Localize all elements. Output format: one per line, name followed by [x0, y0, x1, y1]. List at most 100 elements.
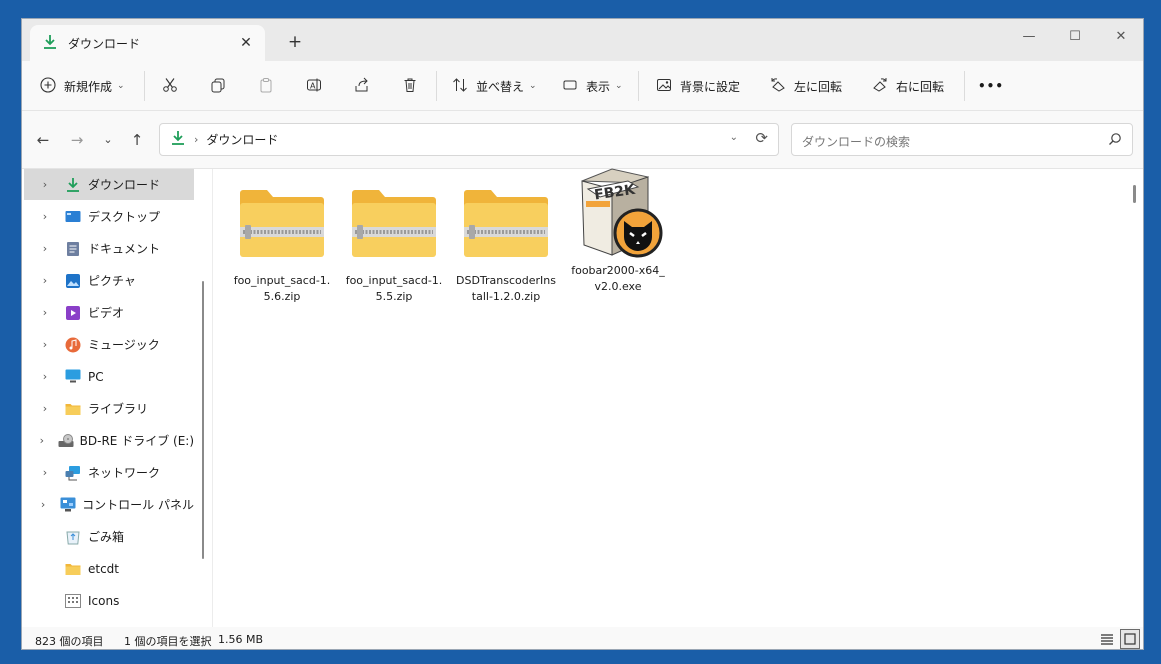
control-panel-icon	[60, 497, 76, 513]
sort-button[interactable]: 並べ替え ⌄	[452, 71, 537, 101]
expand-chevron-icon[interactable]: ›	[24, 178, 52, 191]
sidebar-item-label: ビデオ	[88, 306, 125, 320]
tab-title: ダウンロード	[68, 36, 141, 51]
breadcrumb-chevron-icon[interactable]: ›	[194, 133, 198, 146]
paste-button[interactable]	[258, 71, 274, 101]
content-scrollbar[interactable]	[1133, 185, 1136, 203]
sidebar-item-label: デスクトップ	[88, 210, 161, 224]
search-placeholder: ダウンロードの検索	[802, 135, 911, 149]
sidebar-item-videos[interactable]: › ビデオ	[24, 297, 194, 328]
expand-chevron-icon[interactable]: ›	[24, 402, 52, 415]
rotate-right-button[interactable]: 右に回転	[872, 71, 944, 101]
music-icon	[64, 337, 82, 353]
set-background-label: 背景に設定	[680, 79, 741, 94]
back-arrow-icon[interactable]: ←	[32, 129, 54, 151]
expand-chevron-icon[interactable]: ›	[24, 466, 52, 479]
expand-chevron-icon[interactable]: ›	[24, 210, 52, 223]
zip-folder-icon	[348, 179, 440, 259]
new-label: 新規作成	[64, 79, 113, 94]
expand-chevron-icon[interactable]: ›	[24, 274, 52, 287]
share-button[interactable]	[354, 71, 370, 101]
breadcrumb-downloads[interactable]: ダウンロード	[206, 131, 278, 148]
view-button[interactable]: 表示 ⌄	[562, 71, 623, 101]
file-item[interactable]: foo_input_sacd-1.5.5.zip	[340, 179, 448, 309]
expand-chevron-icon[interactable]: ›	[24, 338, 52, 351]
new-button[interactable]: 新規作成 ⌄	[40, 71, 125, 101]
delete-button[interactable]	[402, 71, 418, 101]
expand-chevron-icon[interactable]: ›	[24, 498, 48, 511]
share-icon	[354, 77, 370, 96]
file-item[interactable]: DSDTranscoderInstall-1.2.0.zip	[452, 179, 560, 309]
refresh-icon[interactable]: ⟳	[755, 129, 768, 147]
sidebar-item-label: ごみ箱	[88, 530, 125, 544]
search-input[interactable]: ダウンロードの検索	[791, 123, 1133, 156]
sidebar-item-documents[interactable]: › ドキュメント	[24, 233, 194, 264]
expand-chevron-icon[interactable]: ›	[24, 434, 46, 447]
sidebar-item-etcdt[interactable]: etcdt	[24, 553, 194, 584]
icons-folder-icon	[64, 593, 82, 609]
maximize-button[interactable]: ☐	[1052, 23, 1098, 51]
address-dropdown-icon[interactable]: ⌄	[730, 132, 738, 143]
rotate-left-button[interactable]: 左に回転	[770, 71, 842, 101]
drive-icon	[58, 433, 74, 449]
close-button[interactable]: ✕	[1098, 23, 1143, 51]
sidebar-scrollbar[interactable]	[202, 281, 204, 559]
expand-chevron-icon[interactable]: ›	[24, 242, 52, 255]
details-view-icon[interactable]	[1097, 629, 1117, 649]
sidebar-item-music[interactable]: › ミュージック	[24, 329, 194, 360]
file-name: foo_input_sacd-1.5.6.zip	[233, 274, 331, 303]
sidebar-item-recycle-bin[interactable]: ごみ箱	[24, 521, 194, 552]
forward-arrow-icon[interactable]: →	[66, 129, 88, 151]
sidebar-item-desktop[interactable]: › デスクトップ	[24, 201, 194, 232]
sidebar-item-network[interactable]: › ネットワーク	[24, 457, 194, 488]
sidebar-item-downloads[interactable]: › ダウンロード	[24, 169, 194, 200]
sidebar-item-bd-drive[interactable]: › BD-RE ドライブ (E:)	[24, 425, 194, 456]
tab-downloads[interactable]: ダウンロード ✕	[30, 25, 265, 61]
folder-icon	[64, 561, 82, 577]
sidebar-item-icons[interactable]: Icons	[24, 585, 194, 616]
chevron-down-icon: ⌄	[615, 81, 623, 91]
toolbar-divider	[638, 71, 639, 101]
sidebar-item-libraries[interactable]: › ライブラリ	[24, 393, 194, 424]
sidebar-item-label: BD-RE ドライブ (E:)	[79, 434, 194, 448]
expand-chevron-icon[interactable]: ›	[24, 306, 52, 319]
sidebar-item-label: ライブラリ	[88, 402, 149, 416]
cut-button[interactable]	[162, 71, 178, 101]
sidebar-item-label: Icons	[88, 593, 120, 608]
zip-folder-icon	[460, 179, 552, 259]
large-icons-view-icon[interactable]	[1120, 629, 1140, 649]
sidebar-item-pictures[interactable]: › ピクチャ	[24, 265, 194, 296]
new-tab-button[interactable]: +	[284, 31, 306, 53]
view-label: 表示	[586, 79, 611, 94]
image-icon	[656, 77, 672, 96]
rename-button[interactable]: A	[306, 71, 322, 101]
pc-icon	[64, 369, 82, 385]
expand-chevron-icon[interactable]: ›	[24, 370, 52, 383]
explorer-window: ダウンロード ✕ + — ☐ ✕ 新規作成 ⌄ A 並べ替え ⌄ 表示 ⌄ 背景…	[21, 18, 1144, 650]
file-item[interactable]: FB2K foobar2000-x64_v2.0.exe	[564, 168, 672, 309]
copy-button[interactable]	[210, 71, 226, 101]
rotate-right-icon	[872, 77, 888, 96]
minimize-button[interactable]: —	[1006, 23, 1052, 51]
more-options-button[interactable]: •••	[978, 71, 1004, 101]
sort-icon	[452, 77, 468, 96]
recycle-bin-icon	[64, 529, 82, 545]
up-arrow-icon[interactable]: ↑	[126, 129, 148, 151]
toolbar-divider	[144, 71, 145, 101]
tab-close-icon[interactable]: ✕	[237, 34, 255, 52]
trash-icon	[402, 77, 418, 96]
sidebar-item-control-panel[interactable]: › コントロール パネル	[24, 489, 194, 520]
recent-chevron-down-icon[interactable]: ⌄	[97, 129, 119, 151]
file-item[interactable]: foo_input_sacd-1.5.6.zip	[228, 179, 336, 309]
sidebar-item-label: PC	[88, 369, 104, 384]
rotate-right-label: 右に回転	[896, 79, 945, 94]
plus-circle-icon	[40, 76, 56, 96]
search-icon[interactable]	[1108, 132, 1122, 149]
rename-icon: A	[306, 77, 322, 96]
set-background-button[interactable]: 背景に設定	[656, 71, 740, 101]
sidebar-item-pc[interactable]: › PC	[24, 361, 194, 392]
download-icon	[42, 34, 58, 53]
rotate-left-label: 左に回転	[794, 79, 843, 94]
download-icon	[64, 177, 82, 193]
address-bar[interactable]: › ダウンロード ⌄ ⟳	[159, 123, 779, 156]
